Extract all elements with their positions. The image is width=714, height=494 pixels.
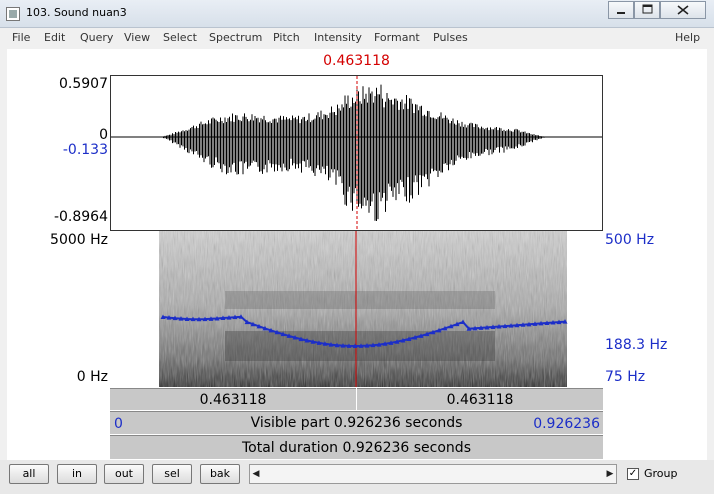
menu-file[interactable]: File <box>12 31 30 44</box>
visible-part-bar[interactable]: 0 Visible part 0.926236 seconds 0.926236 <box>110 411 603 434</box>
minimize-button[interactable] <box>608 1 634 19</box>
waveform-max-label: 0.5907 <box>59 76 108 92</box>
menu-edit[interactable]: Edit <box>44 31 65 44</box>
scroll-left-icon[interactable]: ◀ <box>250 465 262 483</box>
window-title: 103. Sound nuan3 <box>26 6 127 19</box>
menu-select[interactable]: Select <box>163 31 197 44</box>
spectrogram-formant-band-2 <box>225 291 495 309</box>
menu-help[interactable]: Help <box>675 31 700 44</box>
restore-icon <box>642 4 653 14</box>
zoom-selection-button[interactable]: sel <box>152 464 192 484</box>
group-checkbox[interactable]: ✓ <box>627 468 639 480</box>
segment-left-bar[interactable]: 0.463118 <box>110 388 356 410</box>
maximize-button[interactable] <box>634 1 660 19</box>
pitch-bottom-label: 75 Hz <box>605 369 646 385</box>
group-label: Group <box>644 467 678 480</box>
zoom-in-button[interactable]: in <box>57 464 97 484</box>
zoom-out-button[interactable]: out <box>104 464 144 484</box>
menu-pitch[interactable]: Pitch <box>273 31 300 44</box>
visible-part-text: Visible part 0.926236 seconds <box>250 415 463 431</box>
waveform-trace <box>161 84 547 221</box>
spectrogram-bottom-label: 0 Hz <box>76 369 108 385</box>
total-duration-bar[interactable]: Total duration 0.926236 seconds <box>110 435 603 459</box>
close-icon <box>677 5 689 15</box>
spectrogram-top-label: 5000 Hz <box>50 232 108 248</box>
spectrogram-panel[interactable] <box>110 231 603 387</box>
segment-left-duration: 0.463118 <box>199 392 267 408</box>
time-scrollbar[interactable]: ◀ ▶ <box>249 464 617 484</box>
total-duration-text: Total duration 0.926236 seconds <box>242 440 471 456</box>
visible-end-time: 0.926236 <box>533 416 600 432</box>
app-icon <box>6 7 20 21</box>
menu-query[interactable]: Query <box>80 31 113 44</box>
segment-right-bar[interactable]: 0.463118 <box>357 388 603 410</box>
zoom-back-button[interactable]: bak <box>200 464 240 484</box>
bottom-toolbar: all in out sel bak ◀ ▶ ✓ Group <box>0 460 714 494</box>
close-button[interactable] <box>660 1 706 19</box>
waveform-zero-label: 0 <box>99 127 108 143</box>
waveform-plot <box>111 76 602 230</box>
zoom-all-button[interactable]: all <box>9 464 49 484</box>
visible-start-time: 0 <box>114 416 123 432</box>
menu-intensity[interactable]: Intensity <box>314 31 362 44</box>
waveform-min-label: -0.8964 <box>53 209 108 225</box>
title-bar: 103. Sound nuan3 <box>0 0 714 28</box>
menu-view[interactable]: View <box>124 31 150 44</box>
segment-right-duration: 0.463118 <box>446 392 514 408</box>
cursor-time-label: 0.463118 <box>323 53 390 69</box>
menu-formant[interactable]: Formant <box>374 31 420 44</box>
scroll-right-icon[interactable]: ▶ <box>604 465 616 483</box>
menu-pulses[interactable]: Pulses <box>433 31 468 44</box>
menu-bar: File Edit Query View Select Spectrum Pit… <box>0 28 714 48</box>
pitch-top-label: 500 Hz <box>605 232 655 248</box>
waveform-cursor-value: -0.133 <box>62 142 108 158</box>
spectrogram-plot <box>159 231 568 387</box>
pitch-value-label: 188.3 Hz <box>605 337 668 353</box>
waveform-panel[interactable] <box>110 75 603 231</box>
menu-spectrum[interactable]: Spectrum <box>209 31 262 44</box>
minimize-icon <box>617 12 625 14</box>
